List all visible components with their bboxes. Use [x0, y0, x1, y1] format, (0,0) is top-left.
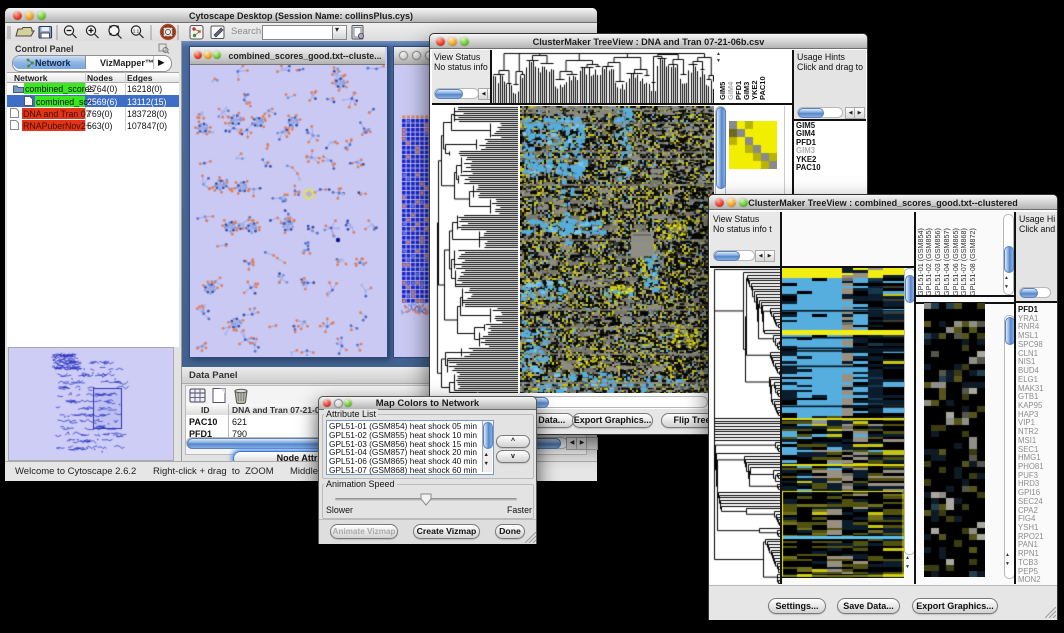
svg-text:1:1: 1:1 — [133, 29, 140, 34]
